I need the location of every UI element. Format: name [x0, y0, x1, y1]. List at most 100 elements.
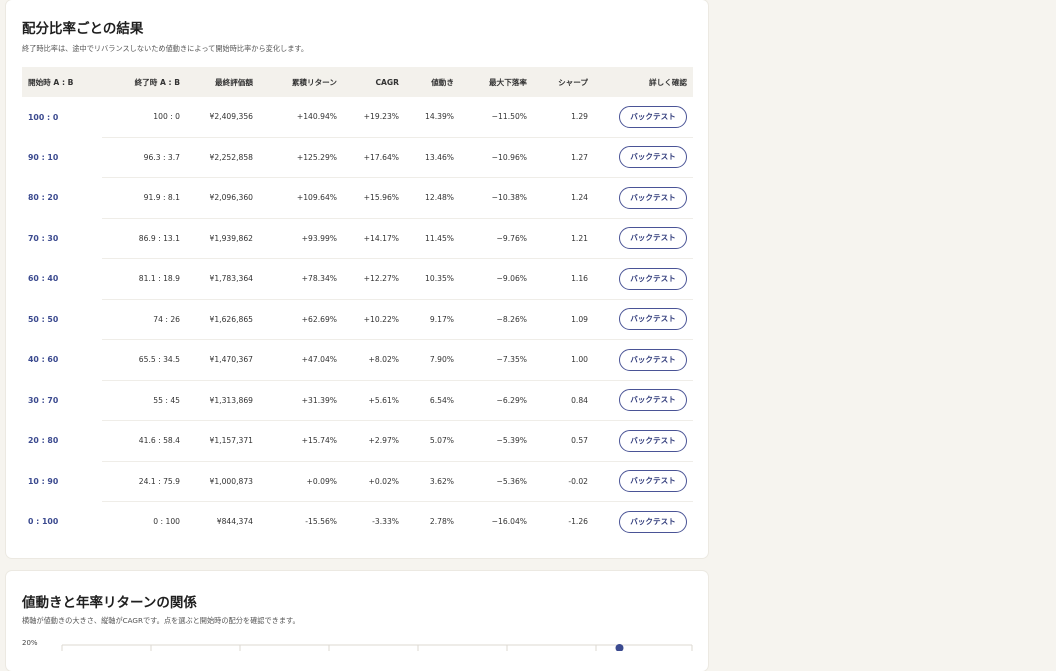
backtest-button[interactable]: バックテスト — [619, 227, 687, 250]
final-value: ¥2,252,858 — [186, 137, 259, 178]
volatility: 9.17% — [405, 299, 460, 340]
start-ratio: 10 : 90 — [28, 476, 59, 486]
final-value: ¥1,939,862 — [186, 218, 259, 259]
backtest-button[interactable]: バックテスト — [619, 105, 687, 128]
table-row: 70 : 30 86.9 : 13.1 ¥1,939,862 +93.99% +14.1… — [22, 218, 693, 259]
cumulative-return: -15.56% — [305, 517, 337, 527]
detail-cell: バックテスト — [594, 97, 693, 138]
sharpe-ratio: 1.16 — [533, 258, 594, 300]
max-drawdown: −6.29% — [460, 380, 533, 421]
results-title: 配分比率ごとの結果 — [22, 21, 144, 37]
volatility: 6.54% — [405, 380, 460, 421]
volatility: 13.46% — [405, 137, 460, 178]
volatility: 14.39% — [405, 97, 460, 138]
table-row: 100 : 0 100 : 0 ¥2,409,356 +140.94% +19.23% 1… — [22, 97, 693, 138]
scatter-title: 値動きと年率リターンの関係 — [22, 595, 197, 611]
header-end-ratio: 終了時 A : B — [102, 67, 186, 97]
header-sharpe: シャープ — [533, 67, 594, 97]
max-drawdown: −11.50% — [460, 97, 533, 138]
cumulative-return: +109.64% — [259, 177, 343, 219]
table-row: 10 : 90 24.1 : 75.9 ¥1,000,873 +0.09% +0.02%… — [22, 461, 693, 502]
final-value: ¥1,470,367 — [186, 339, 259, 381]
table-row: 90 : 10 96.3 : 3.7 ¥2,252,858 +125.29% +17.6… — [22, 137, 693, 178]
end-ratio: 86.9 : 13.1 — [102, 218, 186, 259]
start-ratio: 100 : 0 — [28, 112, 59, 122]
cumulative-return: +78.34% — [259, 258, 343, 300]
backtest-button[interactable]: バックテスト — [619, 510, 687, 533]
detail-cell: バックテスト — [594, 461, 693, 502]
start-ratio: 50 : 50 — [28, 314, 59, 324]
cagr-value: +12.27% — [343, 258, 405, 300]
volatility: 5.07% — [405, 420, 460, 462]
backtest-button[interactable]: バックテスト — [619, 389, 687, 412]
start-ratio: 60 : 40 — [28, 274, 59, 284]
header-cagr: CAGR — [343, 67, 405, 97]
results-subtitle: 終了時比率は、途中でリバランスしないため値動きによって開始時比率から変化します。 — [22, 44, 309, 53]
max-drawdown: −5.39% — [460, 420, 533, 462]
sharpe-ratio: 1.21 — [533, 218, 594, 259]
sharpe-ratio: -0.02 — [533, 461, 594, 502]
table-row: 80 : 20 91.9 : 8.1 ¥2,096,360 +109.64% +15.9… — [22, 177, 693, 219]
backtest-button[interactable]: バックテスト — [619, 308, 687, 331]
backtest-button[interactable]: バックテスト — [619, 186, 687, 209]
end-ratio: 0 : 100 — [153, 517, 180, 527]
cagr-value: +5.61% — [343, 380, 405, 421]
sharpe-ratio: 1.00 — [533, 339, 594, 381]
detail-cell: バックテスト — [594, 177, 693, 219]
cagr-value: +2.97% — [343, 420, 405, 462]
cagr-value: +19.23% — [343, 97, 405, 138]
header-detail: 詳しく確認 — [594, 67, 693, 97]
backtest-button[interactable]: バックテスト — [619, 348, 687, 371]
sharpe-ratio: 1.09 — [533, 299, 594, 340]
backtest-button[interactable]: バックテスト — [619, 470, 687, 493]
table-row: 50 : 50 74 : 26 ¥1,626,865 +62.69% +10.22% 9.… — [22, 299, 693, 340]
sharpe-ratio: -1.26 — [568, 517, 588, 527]
scatter-card: 値動きと年率リターンの関係 横軸が値動きの大きさ、縦軸がCAGRです。点を選ぶと… — [6, 571, 708, 671]
results-card: 配分比率ごとの結果 終了時比率は、途中でリバランスしないため値動きによって開始時… — [6, 0, 708, 558]
cumulative-return: +140.94% — [259, 97, 343, 138]
volatility: 3.62% — [405, 461, 460, 502]
volatility: 12.48% — [405, 177, 460, 219]
final-value: ¥1,313,869 — [186, 380, 259, 421]
max-drawdown: −10.96% — [460, 137, 533, 178]
table-row: 40 : 60 65.5 : 34.5 ¥1,470,367 +47.04% +8.02… — [22, 339, 693, 381]
table-row: 30 : 70 55 : 45 ¥1,313,869 +31.39% +5.61% 6.5… — [22, 380, 693, 421]
final-value: ¥1,626,865 — [186, 299, 259, 340]
volatility: 2.78% — [429, 517, 454, 527]
end-ratio: 41.6 : 58.4 — [102, 420, 186, 462]
max-drawdown: −9.76% — [460, 218, 533, 259]
cumulative-return: +93.99% — [259, 218, 343, 259]
sharpe-ratio: 0.84 — [533, 380, 594, 421]
cagr-value: +14.17% — [343, 218, 405, 259]
header-cumulative-return: 累積リターン — [259, 67, 343, 97]
table-row: 20 : 80 41.6 : 58.4 ¥1,157,371 +15.74% +2.97… — [22, 420, 693, 462]
end-ratio: 81.1 : 18.9 — [102, 258, 186, 300]
backtest-button[interactable]: バックテスト — [619, 429, 687, 452]
start-ratio: 30 : 70 — [28, 395, 59, 405]
volatility: 10.35% — [405, 258, 460, 300]
end-ratio: 55 : 45 — [102, 380, 186, 421]
cumulative-return: +62.69% — [259, 299, 343, 340]
scatter-subtitle: 横軸が値動きの大きさ、縦軸がCAGRです。点を選ぶと開始時の配分を確認できます。 — [22, 616, 300, 625]
detail-cell: バックテスト — [594, 339, 693, 381]
backtest-button[interactable]: バックテスト — [619, 267, 687, 290]
final-value: ¥1,000,873 — [186, 461, 259, 502]
cumulative-return: +15.74% — [259, 420, 343, 462]
cumulative-return: +47.04% — [259, 339, 343, 381]
cumulative-return: +31.39% — [259, 380, 343, 421]
table-row: 60 : 40 81.1 : 18.9 ¥1,783,364 +78.34% +12.2… — [22, 258, 693, 300]
header-final-value: 最終評価額 — [186, 67, 259, 97]
detail-cell: バックテスト — [594, 502, 693, 542]
final-value: ¥1,157,371 — [186, 420, 259, 462]
sharpe-ratio: 0.57 — [533, 420, 594, 462]
end-ratio: 91.9 : 8.1 — [102, 177, 186, 219]
detail-cell: バックテスト — [594, 420, 693, 462]
detail-cell: バックテスト — [594, 380, 693, 421]
backtest-button[interactable]: バックテスト — [619, 146, 687, 169]
detail-cell: バックテスト — [594, 218, 693, 259]
header-start-ratio: 開始時 A : B — [22, 67, 102, 97]
start-ratio: 20 : 80 — [28, 436, 59, 446]
detail-cell: バックテスト — [594, 258, 693, 300]
sharpe-ratio: 1.27 — [533, 137, 594, 178]
detail-cell: バックテスト — [594, 299, 693, 340]
